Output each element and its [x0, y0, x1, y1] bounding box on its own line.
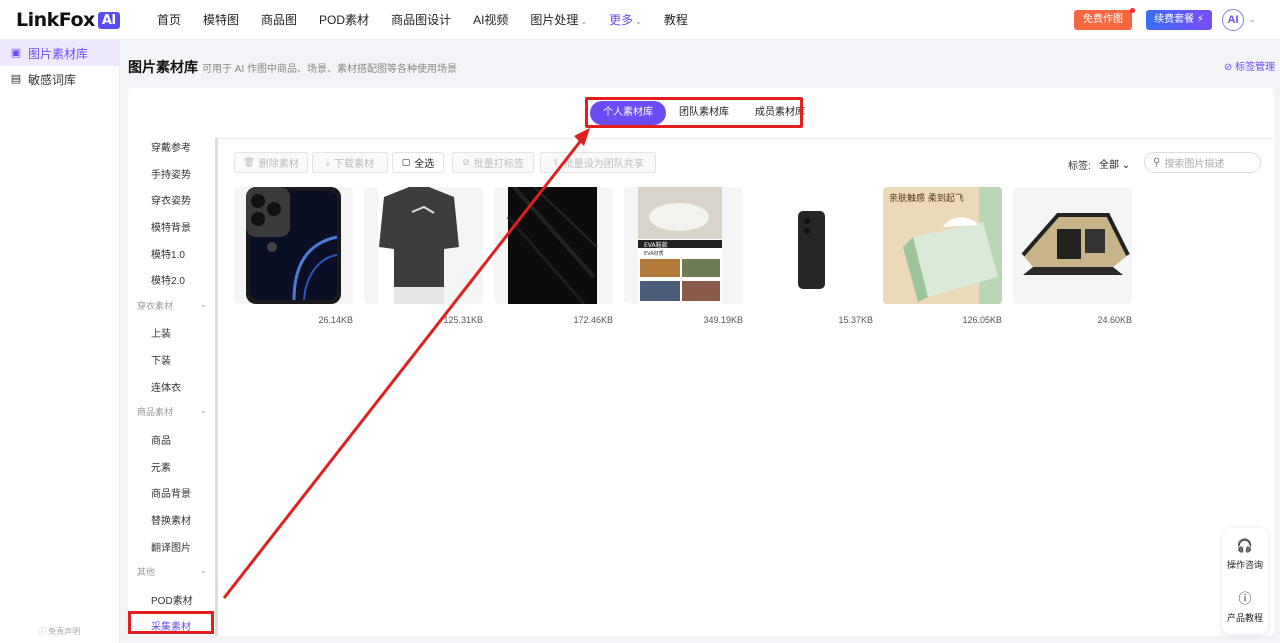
trash-icon: 🗑 [243, 157, 255, 167]
category-pod-material[interactable]: POD素材 [151, 592, 193, 607]
material-card[interactable] [494, 187, 613, 304]
download-material-button[interactable]: ⤓ 下载素材 [312, 152, 388, 173]
category-group-clothing[interactable]: 穿衣素材 [137, 299, 173, 312]
file-size: 349.19KB [703, 315, 743, 325]
file-size: 24.60KB [1097, 315, 1132, 325]
avatar[interactable]: AI [1222, 9, 1244, 31]
tag-filter-select[interactable]: 全部 ⌄ [1099, 156, 1130, 171]
checkbox-icon: ▢ [401, 157, 411, 167]
material-card[interactable] [754, 187, 873, 304]
category-group-other[interactable]: 其他 [137, 565, 155, 578]
category-wear-reference[interactable]: 穿戴参考 [151, 139, 191, 154]
category-product-background[interactable]: 商品背景 [151, 485, 191, 500]
collage-caption: EVA鞋款 [644, 241, 668, 249]
file-size: 126.05KB [962, 315, 1002, 325]
material-card[interactable] [234, 187, 353, 304]
category-group-product[interactable]: 商品素材 [137, 405, 173, 418]
chevron-down-icon: ⌄ [1121, 160, 1131, 171]
page-title: 图片素材库 [128, 59, 198, 75]
nav-tutorial[interactable]: 教程 [653, 0, 699, 40]
help-circle-icon: ⓘ [1238, 591, 1252, 606]
shoe-collage-thumbnail: EVA鞋款 EVA材质 [638, 187, 722, 304]
product-caption: 亲肤触感 柔到起飞 [889, 192, 964, 204]
tag-icon: ⊘ [1224, 62, 1233, 73]
material-card[interactable] [1013, 187, 1132, 304]
category-tops[interactable]: 上装 [151, 325, 171, 340]
chevron-down-icon: ⌄ [580, 17, 588, 26]
category-replace-material[interactable]: 替换素材 [151, 512, 191, 527]
file-size: 26.14KB [318, 315, 353, 325]
category-translate-image[interactable]: 翻译图片 [151, 539, 191, 554]
phone-thumbnail [246, 187, 341, 304]
tissue-box-thumbnail: 亲肤触感 柔到起飞 [883, 187, 1002, 304]
category-model-background[interactable]: 模特背景 [151, 219, 191, 234]
nav-image-processing[interactable]: 图片处理 ⌄ [519, 0, 598, 40]
nav-ai-video[interactable]: AI视频 [462, 0, 519, 40]
renew-plan-button[interactable]: 续费套餐 ⚡ [1146, 10, 1212, 30]
file-size: 15.37KB [838, 315, 873, 325]
chevron-down-icon[interactable]: ⌄ [200, 406, 207, 415]
category-dress-pose[interactable]: 穿衣姿势 [151, 192, 191, 207]
material-card[interactable]: EVA鞋款 EVA材质 [624, 187, 743, 304]
logo-ai-badge: AI [97, 11, 120, 29]
word-library-icon: ▤ [10, 73, 22, 85]
chevron-down-icon[interactable]: ⌄ [200, 300, 207, 309]
category-product[interactable]: 商品 [151, 432, 171, 447]
floating-help-panel: 🎧 操作咨询 ⓘ 产品教程 [1222, 528, 1268, 634]
nav-model-image[interactable]: 模特图 [192, 0, 250, 40]
tabs-highlight-box [585, 97, 803, 128]
main-nav: 首页 模特图 商品图 POD素材 商品图设计 AI视频 图片处理 ⌄ 更多 ⌄ 教程 [146, 0, 699, 40]
image-library-icon: ▣ [10, 47, 22, 59]
file-size: 125.31KB [443, 315, 483, 325]
category-highlight-box [128, 611, 214, 634]
sidebar-item-image-library[interactable]: ▣ 图片素材库 [0, 40, 120, 66]
tag-manage-link[interactable]: ⊘ 标签管理 [1224, 58, 1275, 73]
chevron-down-icon[interactable]: ⌄ [200, 566, 207, 575]
share-icon: ⇪ [552, 157, 560, 167]
category-hold-pose[interactable]: 手持姿势 [151, 166, 191, 181]
category-model-2[interactable]: 模特2.0 [151, 272, 185, 287]
free-design-button[interactable]: 免费作图 [1074, 10, 1132, 30]
nav-home[interactable]: 首页 [146, 0, 192, 40]
page-description: 可用于 AI 作图中商品、场景、素材搭配图等各种使用场景 [202, 64, 458, 75]
small-phone-thumbnail [798, 211, 825, 289]
toolbar-divider [218, 138, 1274, 139]
nav-product-image[interactable]: 商品图 [250, 0, 308, 40]
tutorial-button[interactable]: ⓘ 产品教程 [1222, 588, 1268, 624]
notification-dot [1130, 8, 1135, 13]
sidebar-item-sensitive-words[interactable]: ▤ 敏感词库 [0, 66, 120, 92]
headset-icon: 🎧 [1236, 538, 1254, 553]
image-search-input[interactable]: ⚲ 搜索图片描述 [1144, 152, 1261, 173]
material-card[interactable]: 亲肤触感 柔到起飞 [883, 187, 1002, 304]
category-model-1[interactable]: 模特1.0 [151, 246, 185, 261]
search-icon: ⚲ [1153, 157, 1161, 168]
top-header: LinkFox AI 首页 模特图 商品图 POD素材 商品图设计 AI视频 图… [0, 0, 1280, 40]
material-card[interactable] [364, 187, 483, 304]
support-button[interactable]: 🎧 操作咨询 [1222, 538, 1268, 571]
tag-icon: ⊘ [462, 157, 470, 167]
category-jumpsuit[interactable]: 连体衣 [151, 379, 181, 394]
nav-product-design[interactable]: 商品图设计 [380, 0, 462, 40]
delete-material-button[interactable]: 🗑 删除素材 [234, 152, 308, 173]
black-fabric-thumbnail [506, 187, 598, 304]
tshirt-thumbnail [378, 187, 459, 304]
select-all-button[interactable]: ▢ 全选 [392, 152, 444, 173]
category-element[interactable]: 元素 [151, 459, 171, 474]
nav-pod-material[interactable]: POD素材 [308, 0, 380, 40]
download-icon: ⤓ [326, 157, 330, 167]
chevron-down-icon: ⌄ [635, 17, 642, 26]
chevron-down-icon[interactable]: ⌄ [1249, 15, 1256, 24]
category-bottoms[interactable]: 下装 [151, 352, 171, 367]
disclaimer-link[interactable]: ⓘ 免责声明 [38, 626, 80, 637]
file-size: 172.46KB [573, 315, 613, 325]
left-sidebar: ▣ 图片素材库 ▤ 敏感词库 [0, 40, 120, 643]
tent-thumbnail [1021, 213, 1130, 275]
collage-subcaption: EVA材质 [644, 250, 664, 257]
logo[interactable]: LinkFox AI [16, 9, 120, 31]
tag-filter-label: 标签: [1068, 161, 1091, 172]
batch-share-team-button[interactable]: ⇪ 批量设为团队共享 [540, 152, 656, 173]
batch-tag-button[interactable]: ⊘ 批量打标签 [452, 152, 534, 173]
nav-more[interactable]: 更多 ⌄ [598, 0, 653, 40]
